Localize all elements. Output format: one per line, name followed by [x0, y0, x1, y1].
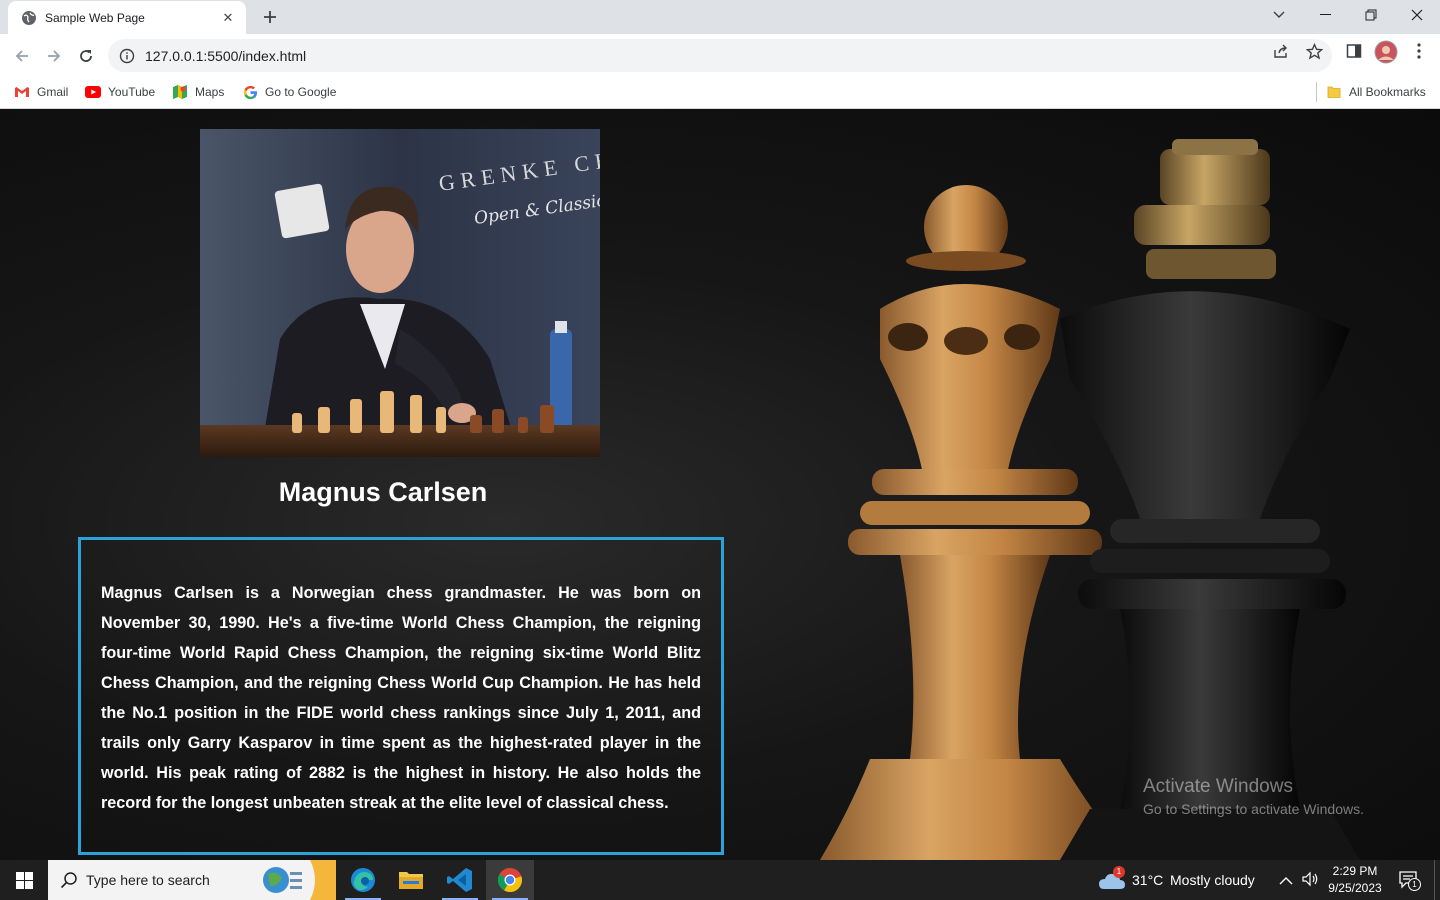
windows-logo-icon: [15, 871, 33, 889]
weather-description[interactable]: Mostly cloudy: [1170, 872, 1255, 888]
watermark-line2: Go to Settings to activate Windows.: [1143, 801, 1364, 817]
weather-widget[interactable]: 1: [1098, 866, 1126, 893]
search-icon: [60, 871, 78, 889]
clock-time: 2:29 PM: [1332, 864, 1378, 878]
bookmark-label: Go to Google: [265, 85, 337, 99]
queen-piece: [820, 185, 1130, 860]
taskbar-file-explorer[interactable]: [387, 860, 435, 900]
side-panel-icon[interactable]: [1345, 42, 1363, 60]
bookmark-label: Maps: [195, 85, 225, 99]
weather-temperature[interactable]: 31°C: [1132, 872, 1163, 888]
taskbar-vscode[interactable]: [436, 860, 484, 900]
site-info-icon[interactable]: [119, 48, 135, 64]
share-icon[interactable]: [1272, 42, 1290, 60]
back-button[interactable]: [8, 42, 36, 70]
gmail-icon: [14, 84, 30, 100]
close-window-button[interactable]: [1394, 0, 1440, 30]
folder-icon: [1326, 84, 1342, 100]
browser-tab[interactable]: Sample Web Page ✕: [8, 1, 246, 34]
edge-icon: [350, 867, 376, 893]
url-text: 127.0.0.1:5500/index.html: [145, 47, 307, 64]
chess-pieces-image: [760, 109, 1440, 860]
taskbar-edge[interactable]: [339, 860, 387, 900]
profile-avatar[interactable]: [1374, 40, 1398, 64]
restore-button[interactable]: [1348, 0, 1394, 30]
search-placeholder: Type here to search: [86, 872, 210, 888]
taskbar-chrome[interactable]: [486, 860, 534, 900]
all-bookmarks-label: All Bookmarks: [1349, 85, 1426, 99]
reload-button[interactable]: [72, 42, 100, 70]
watermark-line1: Activate Windows: [1143, 776, 1293, 797]
globe-icon: [21, 10, 37, 26]
vscode-icon: [447, 867, 473, 893]
carlsen-photo: GRENKE CHE Open & Classic: [200, 129, 600, 457]
bookmark-maps[interactable]: Maps: [172, 82, 224, 102]
show-desktop-button[interactable]: [1434, 860, 1440, 900]
bookmark-gmail[interactable]: Gmail: [14, 82, 68, 102]
new-tab-button[interactable]: [258, 6, 282, 28]
tab-strip: Sample Web Page ✕: [0, 0, 1440, 34]
notification-center-icon[interactable]: 1: [1398, 869, 1421, 891]
king-piece: [1060, 139, 1360, 860]
bookmark-youtube[interactable]: YouTube: [85, 82, 155, 102]
minimize-button[interactable]: [1302, 0, 1348, 30]
start-button[interactable]: [0, 860, 48, 900]
browser-toolbar: 127.0.0.1:5500/index.html: [0, 34, 1440, 76]
chrome-icon: [497, 867, 523, 893]
clock-date: 9/25/2023: [1328, 881, 1382, 895]
show-hidden-icons-icon[interactable]: [1279, 873, 1293, 891]
bio-paragraph: Magnus Carlsen is a Norwegian chess gran…: [101, 584, 701, 812]
google-icon: [242, 84, 258, 100]
file-explorer-icon: [398, 869, 424, 891]
bio-box: Magnus Carlsen is a Norwegian chess gran…: [78, 537, 724, 855]
web-page: GRENKE CHE Open & Classic Magnus Carlsen…: [0, 109, 1440, 860]
bookmark-star-icon[interactable]: [1305, 42, 1323, 60]
bookmarks-separator: [1316, 82, 1317, 102]
address-bar[interactable]: 127.0.0.1:5500/index.html: [108, 39, 1332, 72]
volume-icon[interactable]: [1302, 871, 1320, 892]
forward-button[interactable]: [40, 42, 68, 70]
bookmark-google[interactable]: Go to Google: [242, 82, 336, 102]
weather-badge: 1: [1113, 866, 1125, 878]
maps-icon: [172, 84, 188, 100]
system-clock[interactable]: 2:29 PM 9/25/2023: [1322, 863, 1388, 897]
taskbar-search-box[interactable]: Type here to search: [48, 860, 336, 900]
windows-taskbar: Type here to search 1 31°C Mostly cloudy…: [0, 860, 1440, 900]
bookmarks-bar: Gmail YouTube Maps Go to Google All Book…: [0, 76, 1440, 109]
search-highlight-widgets-icon[interactable]: [260, 860, 336, 900]
tab-search-chevron-icon[interactable]: [1256, 0, 1302, 30]
bookmark-label: Gmail: [37, 85, 69, 99]
notification-badge: 1: [1408, 878, 1421, 891]
activate-windows-watermark: Activate Windows Go to Settings to activ…: [1143, 776, 1364, 817]
tab-title: Sample Web Page: [45, 10, 145, 25]
close-tab-icon[interactable]: ✕: [220, 10, 236, 26]
all-bookmarks-folder[interactable]: All Bookmarks: [1326, 82, 1426, 102]
bookmark-label: YouTube: [108, 85, 156, 99]
youtube-icon: [85, 84, 101, 100]
page-heading: Magnus Carlsen: [278, 477, 488, 507]
kebab-menu-icon[interactable]: [1410, 42, 1428, 60]
